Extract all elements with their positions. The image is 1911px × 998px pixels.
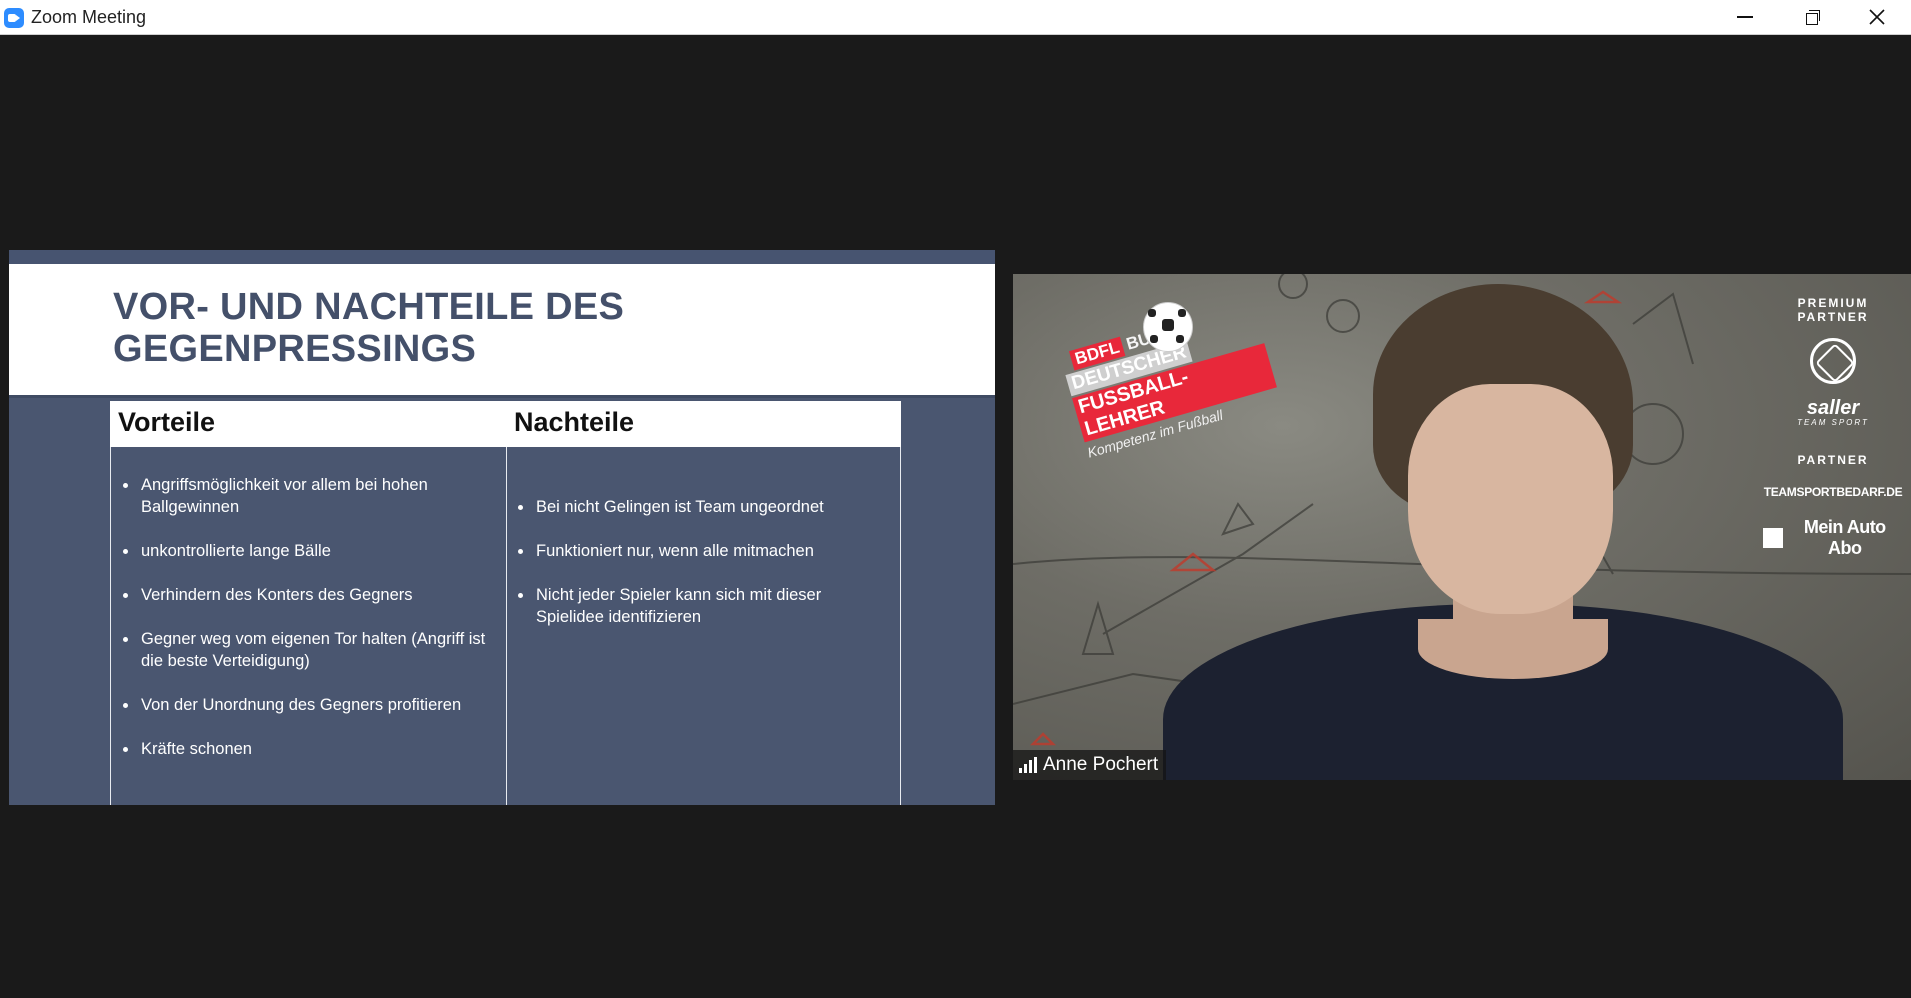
list-item: Angriffsmöglichkeit vor allem bei hohen …: [123, 474, 488, 518]
bullet-icon: [518, 593, 523, 598]
partner-label: PARTNER: [1797, 453, 1869, 467]
title-bar: Zoom Meeting: [0, 0, 1911, 35]
participant-name: Anne Pochert: [1043, 754, 1159, 775]
saller-logo: saller: [1806, 397, 1860, 419]
shared-slide: VOR- UND NACHTEILE DES GEGENPRESSINGS Vo…: [9, 250, 995, 805]
bullet-icon: [123, 703, 128, 708]
signal-strength-icon: [1019, 757, 1037, 773]
football-icon: [1143, 302, 1193, 352]
window-title: Zoom Meeting: [31, 7, 147, 27]
bullet-icon: [123, 637, 128, 642]
column-header-vorteile: Vorteile: [118, 407, 216, 437]
slide-top-bar: [9, 250, 995, 264]
bullet-icon: [123, 549, 128, 554]
dfb-logo-icon: [1810, 338, 1856, 384]
bullet-icon: [518, 549, 523, 554]
teamsportbedarf-logo: TEAMSPORTBEDARF.DE: [1763, 485, 1903, 499]
saller-subtitle: TEAM SPORT: [1797, 418, 1869, 427]
restore-icon: [1806, 10, 1820, 25]
zoom-app-icon: [4, 8, 24, 28]
list-item: Nicht jeder Spieler kann sich mit dieser…: [518, 584, 883, 628]
bullet-icon: [123, 593, 128, 598]
participant-name-tag: Anne Pochert: [1013, 750, 1167, 780]
slide-header: VOR- UND NACHTEILE DES GEGENPRESSINGS: [9, 264, 995, 398]
participant-video[interactable]: BDFLBUND DEUTSCHER FUSSBALL-LEHRER Kompe…: [1013, 274, 1911, 780]
list-item: Kräfte schonen: [123, 738, 488, 760]
meeting-stage: VOR- UND NACHTEILE DES GEGENPRESSINGS Vo…: [0, 35, 1911, 998]
sponsor-panel: PREMIUM PARTNER saller TEAM SPORT PARTNE…: [1763, 296, 1903, 559]
mein-auto-abo-logo: Mein Auto Abo: [1763, 517, 1903, 559]
bullet-icon: [518, 505, 523, 510]
list-item: Funktioniert nur, wenn alle mitmachen: [518, 540, 883, 562]
list-item: Gegner weg vom eigenen Tor halten (Angri…: [123, 628, 488, 672]
premium-partner-label: PREMIUM PARTNER: [1797, 296, 1869, 324]
bullet-icon: [123, 747, 128, 752]
bullet-icon: [123, 483, 128, 488]
list-item: Verhindern des Konters des Gegners: [123, 584, 488, 606]
list-item: Von der Unordnung des Gegners profitiere…: [123, 694, 488, 716]
restore-button[interactable]: [1779, 0, 1847, 34]
list-item: Bei nicht Gelingen ist Team ungeordnet: [518, 496, 883, 518]
table-header-row: Vorteile Nachteile: [110, 401, 901, 447]
minimize-button[interactable]: [1711, 0, 1779, 34]
column-nachteile: Bei nicht Gelingen ist Team ungeordnet F…: [506, 447, 901, 805]
participant-face: [1408, 384, 1613, 614]
close-icon: [1869, 9, 1885, 25]
list-item: unkontrollierte lange Bälle: [123, 540, 488, 562]
auto-abo-icon: [1763, 528, 1783, 548]
close-button[interactable]: [1843, 0, 1911, 34]
column-header-nachteile: Nachteile: [514, 407, 635, 437]
slide-title: VOR- UND NACHTEILE DES GEGENPRESSINGS: [113, 286, 625, 370]
minimize-icon: [1737, 16, 1753, 18]
column-vorteile: Angriffsmöglichkeit vor allem bei hohen …: [110, 447, 507, 805]
participant-collar: [1418, 619, 1608, 679]
